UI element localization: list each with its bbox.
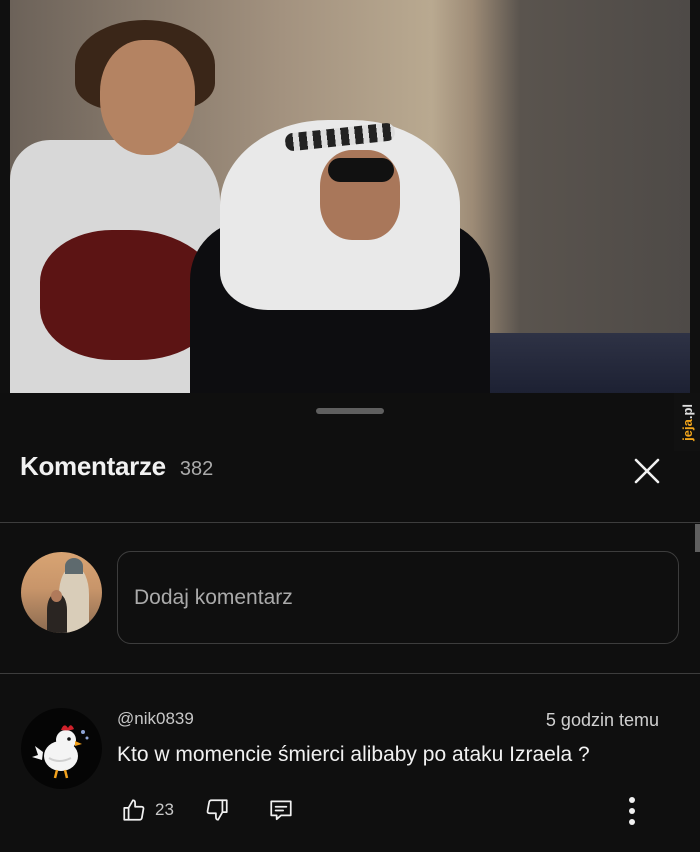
- man-sunglasses: [328, 158, 394, 182]
- more-vertical-icon: [629, 797, 635, 825]
- reply-icon: [270, 800, 292, 821]
- comments-title: Komentarze: [20, 451, 166, 481]
- thumbs-down-icon: [206, 799, 228, 821]
- comment-input[interactable]: Dodaj komentarz: [117, 551, 679, 644]
- comments-count: 382: [179, 458, 214, 480]
- comment-timestamp: 5 godzin temu: [545, 710, 659, 730]
- comment-author-avatar[interactable]: [21, 708, 102, 789]
- avatar-person-head: [51, 590, 62, 602]
- chicken-icon: [32, 725, 89, 779]
- comments-sheet: jeja.pl Komentarze 382 Dodaj komentarz @…: [0, 393, 700, 852]
- watermark-logo: jeja.pl: [674, 393, 700, 451]
- letterbox-right: [690, 0, 700, 393]
- thumbs-up-icon: [123, 799, 145, 821]
- reply-button[interactable]: [268, 797, 294, 823]
- avatar-dome: [65, 558, 83, 574]
- like-count: 23: [155, 800, 174, 819]
- scrollbar[interactable]: [695, 524, 700, 552]
- my-avatar: [21, 552, 102, 633]
- dislike-button[interactable]: [204, 797, 230, 823]
- app-screen: jeja.pl Komentarze 382 Dodaj komentarz @…: [0, 0, 700, 852]
- comment-input-placeholder: Dodaj komentarz: [134, 585, 293, 609]
- comment-username[interactable]: @nik0839: [117, 709, 194, 729]
- video-player[interactable]: [0, 0, 700, 393]
- guitarist-head: [100, 40, 195, 155]
- comment-actions: 23: [121, 794, 294, 826]
- close-icon: [634, 458, 660, 484]
- comment-text: Kto w momencie śmierci alibaby po ataku …: [117, 743, 590, 766]
- comments-header: Komentarze 382: [20, 451, 213, 487]
- header-divider: [0, 522, 700, 523]
- close-button[interactable]: [628, 452, 666, 490]
- letterbox-left: [0, 0, 10, 393]
- composer-divider: [0, 673, 700, 674]
- like-button[interactable]: 23: [121, 797, 174, 823]
- comment-more-button[interactable]: [620, 794, 644, 828]
- drag-handle[interactable]: [316, 408, 384, 414]
